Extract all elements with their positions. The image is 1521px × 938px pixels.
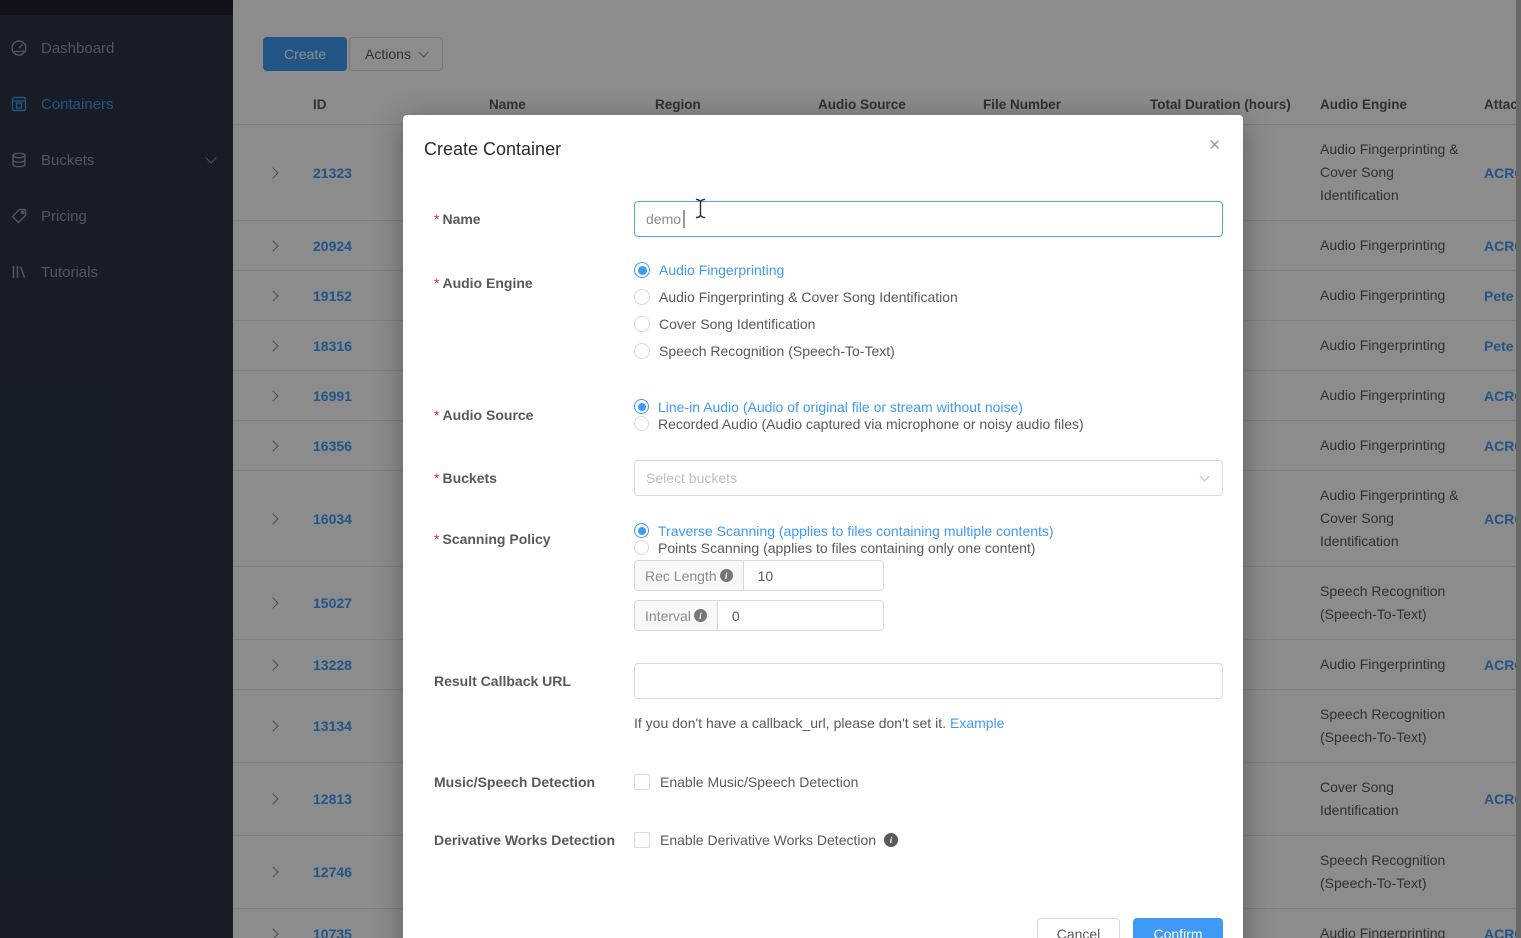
audio-source-label: * Audio Source xyxy=(434,407,534,423)
callback-url-label: Result Callback URL xyxy=(434,673,571,689)
music-speech-row: Music/Speech Detection Enable Music/Spee… xyxy=(434,774,1223,790)
create-container-modal: Create Container ✕ * Name demo * Audio Eng… xyxy=(403,115,1243,938)
modal-title: Create Container xyxy=(424,139,562,159)
derivative-works-checkbox-line: Enable Derivative Works Detection xyxy=(634,832,1223,848)
callback-help-text: If you don't have a callback_url, please… xyxy=(634,715,1005,731)
scanning-policy-row: * Scanning Policy Traverse Scanning (appl… xyxy=(434,522,1223,631)
info-icon xyxy=(693,609,707,622)
radio-speech-recognition[interactable]: Speech Recognition (Speech-To-Text) xyxy=(634,341,1223,361)
radio-audio-fingerprinting[interactable]: Audio Fingerprinting xyxy=(634,260,1223,280)
buckets-select[interactable]: Select buckets xyxy=(634,460,1223,496)
close-icon[interactable]: ✕ xyxy=(1208,138,1221,153)
callback-url-input[interactable] xyxy=(634,663,1223,699)
name-input-value: demo xyxy=(646,211,682,227)
radio-selected-icon xyxy=(634,399,649,414)
music-speech-checkbox[interactable] xyxy=(634,774,650,790)
interval-addon: Interval xyxy=(635,601,718,630)
radio-af-cover-song[interactable]: Audio Fingerprinting & Cover Song Identi… xyxy=(634,287,1223,307)
app-root: Dashboard Containers Buckets Pricing Tut… xyxy=(0,0,1521,938)
derivative-works-row: Derivative Works Detection Enable Deriva… xyxy=(434,832,1223,848)
buckets-select-placeholder: Select buckets xyxy=(646,470,738,486)
radio-traverse-scanning[interactable]: Traverse Scanning (applies to files cont… xyxy=(634,522,1223,539)
radio-line-in-audio[interactable]: Line-in Audio (Audio of original file or… xyxy=(634,398,1223,415)
radio-selected-icon xyxy=(634,523,649,538)
buckets-label: * Buckets xyxy=(434,470,497,486)
rec-length-input[interactable]: 10 xyxy=(744,561,883,590)
scanning-policy-label: * Scanning Policy xyxy=(434,531,551,547)
music-speech-label: Music/Speech Detection xyxy=(434,774,596,790)
radio-recorded-audio[interactable]: Recorded Audio (Audio captured via micro… xyxy=(634,415,1223,432)
radio-icon xyxy=(634,289,650,305)
audio-engine-label: * Audio Engine xyxy=(434,275,533,291)
radio-icon xyxy=(634,343,650,359)
buckets-row: * Buckets Select buckets xyxy=(434,460,1223,496)
radio-selected-icon xyxy=(634,262,650,278)
derivative-works-checkbox[interactable] xyxy=(634,832,650,848)
required-mark: * xyxy=(434,211,440,227)
name-input[interactable]: demo xyxy=(634,201,1223,237)
music-speech-checkbox-line: Enable Music/Speech Detection xyxy=(634,774,1223,790)
interval-input[interactable]: 0 xyxy=(718,601,883,630)
callback-url-row: Result Callback URL If you don't have a … xyxy=(434,663,1223,731)
audio-source-row: * Audio Source Line-in Audio (Audio of or… xyxy=(434,398,1223,432)
derivative-works-label: Derivative Works Detection xyxy=(434,832,616,848)
radio-cover-song[interactable]: Cover Song Identification xyxy=(634,314,1223,334)
example-link[interactable]: Example xyxy=(950,715,1004,731)
info-icon xyxy=(719,569,733,582)
rec-length-group: Rec Length 10 xyxy=(634,560,884,591)
rec-length-addon: Rec Length xyxy=(635,561,744,590)
text-caret xyxy=(683,210,685,228)
modal-footer: Cancel Confirm xyxy=(403,918,1243,938)
radio-icon xyxy=(634,316,650,332)
audio-engine-row: * Audio Engine Audio Fingerprinting Audio… xyxy=(434,260,1223,368)
name-field-row: * Name demo xyxy=(434,201,1223,237)
required-mark: * xyxy=(434,407,440,423)
radio-points-scanning[interactable]: Points Scanning (applies to files contai… xyxy=(634,539,1223,556)
info-icon[interactable] xyxy=(884,833,899,847)
modal-header: Create Container ✕ xyxy=(403,115,1243,179)
radio-icon xyxy=(634,540,649,555)
interval-group: Interval 0 xyxy=(634,600,884,631)
name-label: * Name xyxy=(434,211,481,227)
radio-icon xyxy=(634,416,649,431)
confirm-button[interactable]: Confirm xyxy=(1133,918,1223,938)
required-mark: * xyxy=(434,470,440,486)
cancel-button[interactable]: Cancel xyxy=(1037,918,1120,938)
required-mark: * xyxy=(434,275,440,291)
chevron-down-icon xyxy=(1199,471,1210,482)
required-mark: * xyxy=(434,531,440,547)
